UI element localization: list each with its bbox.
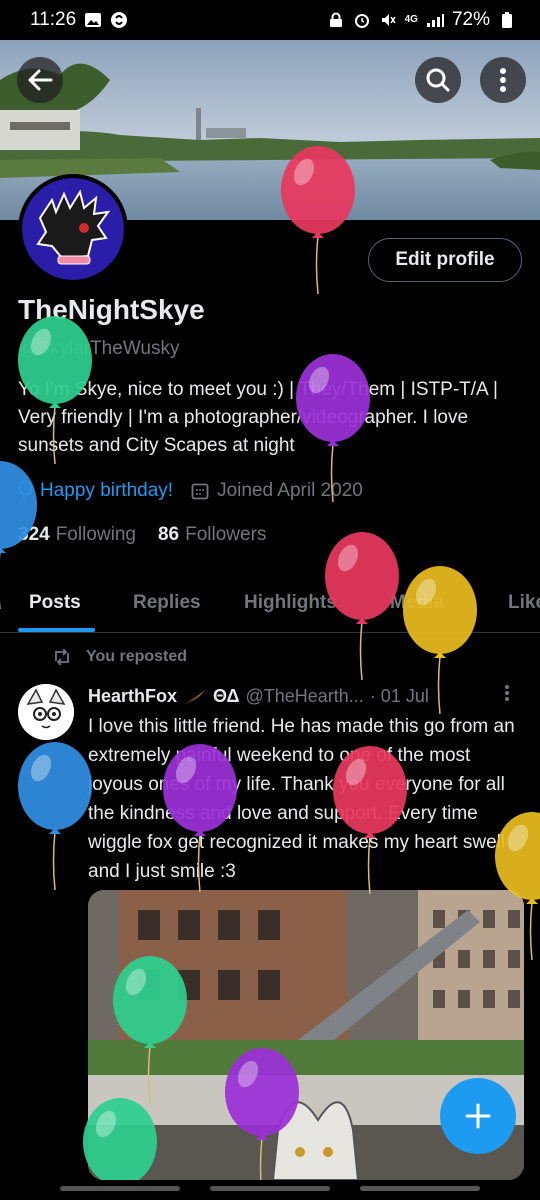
repost-icon (55, 649, 69, 665)
search-icon (426, 68, 450, 92)
following-count: 324 (18, 524, 50, 545)
following-link[interactable]: 324 Following (18, 524, 136, 546)
network-type: 4G (404, 14, 418, 25)
nav-recent-apps[interactable] (60, 1186, 180, 1191)
balloon-icon (18, 742, 92, 891)
profile-handle: @SkylarTheWusky (18, 338, 180, 359)
mute-icon (379, 11, 397, 29)
post-author-avatar[interactable] (18, 684, 74, 740)
post-author-name[interactable]: HearthFox (88, 686, 177, 707)
profile-tabs: Posts Replies Highlights Media Likes (0, 580, 540, 633)
back-button[interactable] (17, 57, 63, 103)
joined-text: Joined April 2020 (217, 480, 363, 501)
nav-back[interactable] (360, 1186, 480, 1191)
repost-indicator: You reposted (52, 648, 187, 666)
followers-label: Followers (185, 524, 267, 545)
tab-replies[interactable]: Replies (133, 592, 201, 614)
post-author-suffix: ΘΔ (213, 686, 240, 706)
battery-icon (498, 11, 516, 29)
joined-date: Joined April 2020 (191, 480, 363, 502)
active-tab-indicator (18, 628, 95, 632)
post-author-handle[interactable]: @TheHearth... (245, 686, 363, 707)
gallery-notification-icon (84, 11, 102, 29)
compose-post-button[interactable] (440, 1078, 516, 1154)
tab-likes[interactable]: Likes (508, 592, 540, 614)
more-vertical-icon (505, 685, 509, 701)
status-bar: 11:26 4G 72% (0, 0, 540, 40)
nav-home[interactable] (210, 1186, 330, 1191)
status-time: 11:26 (30, 9, 77, 30)
followers-link[interactable]: 86 Followers (158, 524, 266, 546)
feather-icon (184, 689, 206, 704)
follow-stats: 324 Following 86 Followers (18, 524, 266, 546)
tab-highlights[interactable]: Highlights (244, 592, 337, 614)
signal-icon (426, 11, 444, 29)
profile-meta: Happy birthday! Joined April 2020 (18, 480, 363, 502)
post-header: HearthFox ΘΔ @TheHearth... · 01 Jul (88, 686, 429, 707)
lock-icon (327, 11, 345, 29)
edit-profile-button[interactable]: Edit profile (368, 238, 522, 282)
back-arrow-icon (28, 69, 53, 91)
shazam-notification-icon (110, 11, 128, 29)
battery-percent: 72% (451, 9, 490, 30)
followers-count: 86 (157, 524, 180, 545)
post-date: · 01 Jul (369, 686, 429, 706)
repost-label: You reposted (86, 648, 188, 665)
profile-bio: Yo I'm Skye, nice to meet you :) | They/… (18, 379, 498, 456)
alarm-icon (353, 11, 371, 29)
following-label: Following (55, 524, 136, 545)
birthday-link[interactable]: Happy birthday! (18, 480, 173, 502)
tab-media[interactable]: Media (390, 592, 444, 614)
more-options-button[interactable] (480, 57, 526, 103)
plus-icon (465, 1103, 491, 1129)
post-more-button[interactable] (504, 684, 510, 708)
search-button[interactable] (415, 57, 461, 103)
calendar-icon (191, 483, 209, 500)
post-text: I love this little friend. He has made t… (88, 716, 515, 882)
birthday-text: Happy birthday! (40, 480, 174, 501)
profile-name: TheNightSkye (18, 294, 205, 325)
more-vertical-icon (500, 68, 506, 92)
balloon-icon (18, 481, 32, 501)
profile-avatar[interactable] (18, 174, 128, 284)
tab-posts[interactable]: Posts (29, 592, 81, 614)
